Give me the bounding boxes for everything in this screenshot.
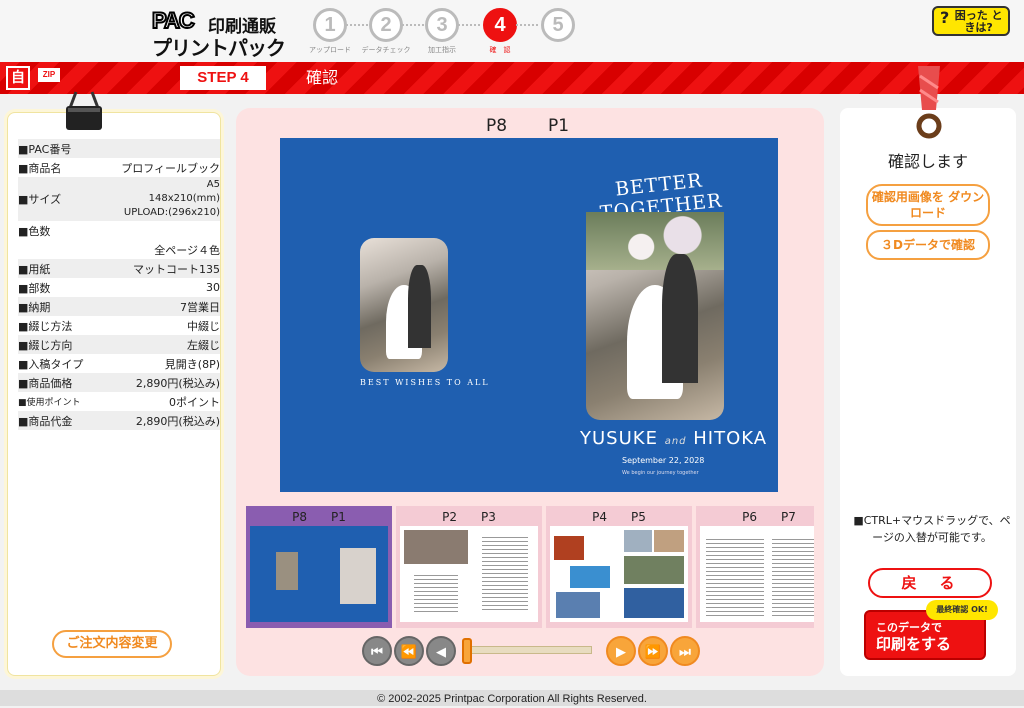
table-row: ■サイズ A5 148x210(mm) UPLOAD:(296x210) bbox=[18, 177, 220, 221]
thumbnail-p4-p5[interactable]: P4 P5 bbox=[546, 506, 692, 628]
table-row: ■綴じ方向 左綴じ bbox=[18, 335, 220, 354]
step-3: 3 加工指示 bbox=[412, 8, 472, 55]
table-row: ■部数 30 bbox=[18, 281, 220, 295]
logo-pac: PAC bbox=[151, 7, 196, 34]
preview-area: P8 P1 BEST WISHES TO ALL BETTER TOGETHER… bbox=[236, 108, 824, 676]
table-row: ■商品代金 2,890円(税込み) bbox=[18, 411, 220, 430]
table-row: ■綴じ方法 中綴じ bbox=[18, 319, 220, 333]
page-thumbnails: P8 P1 P2 P3 P4 P5 P6 P7 bbox=[246, 506, 814, 628]
page-slider-handle[interactable] bbox=[462, 638, 472, 664]
self-icon[interactable]: 自 bbox=[6, 66, 30, 90]
step-5: 5 bbox=[528, 8, 588, 45]
confirm-title: 確認します bbox=[887, 152, 968, 171]
view-3d-button[interactable]: ３Dデータで確認 bbox=[866, 230, 990, 260]
rewind-button[interactable]: ⏪ bbox=[394, 636, 424, 666]
printpac-logo[interactable]: PAC 印刷通販 プリントパック bbox=[151, 7, 292, 60]
binder-clip-icon bbox=[66, 91, 102, 130]
step-2: 2 データチェック bbox=[356, 8, 416, 55]
table-row: ■色数 bbox=[18, 224, 51, 238]
order-info-table: ■PAC番号 ■商品名 プロフィールブック ■サイズ A5 148x210(mm) UP… bbox=[18, 139, 220, 430]
change-order-button[interactable]: ご注文内容変更 bbox=[52, 630, 172, 658]
left-page-label: P8 bbox=[486, 116, 508, 136]
next-page-button[interactable]: ▶ bbox=[606, 636, 636, 666]
best-wishes-text: BEST WISHES TO ALL bbox=[360, 378, 490, 387]
table-row: ■用紙 マットコート135 bbox=[18, 259, 220, 278]
table-row: ■商品価格 2,890円(税込み) bbox=[18, 373, 220, 392]
thumbnail-p8-p1[interactable]: P8 P1 bbox=[246, 506, 392, 628]
step-4-current: 4確 認 bbox=[470, 8, 530, 55]
thumbnail-p2-p3[interactable]: P2 P3 bbox=[396, 506, 542, 628]
step-bar bbox=[0, 62, 1024, 94]
step-indicator: 1 アップロード 2 データチェック 3 加工指示 4確 認 5 bbox=[300, 8, 590, 60]
header: PAC 印刷通販 プリントパック 1 アップロード 2 データチェック 3 加工指示 … bbox=[0, 0, 1024, 62]
step-1: 1 アップロード bbox=[300, 8, 360, 55]
prev-page-button[interactable]: ◀ bbox=[426, 636, 456, 666]
back-button[interactable]: 戻 る bbox=[868, 568, 992, 598]
photo-right bbox=[586, 212, 724, 420]
table-row: ■商品名 プロフィールブック bbox=[18, 161, 220, 175]
thumbnail-p6-p7[interactable]: P6 P7 bbox=[696, 506, 814, 628]
question-icon: ? bbox=[940, 8, 950, 27]
zip-icon[interactable]: ZIP bbox=[38, 68, 60, 82]
page-slider[interactable] bbox=[464, 646, 592, 654]
logo-line2: プリントパック bbox=[152, 36, 286, 60]
download-preview-button[interactable]: 確認用画像を ダウンロード bbox=[866, 184, 990, 226]
page-navigation: ⏮ ⏪ ◀ ▶ ⏩ ⏭ bbox=[362, 636, 702, 670]
confirm-panel: 確認します 確認用画像を ダウンロード ３Dデータで確認 ■CTRL+マウスドラ… bbox=[840, 108, 1016, 676]
table-row: ■納期 7営業日 bbox=[18, 297, 220, 316]
tag-hook-icon bbox=[916, 66, 942, 139]
photo-left bbox=[360, 238, 448, 372]
tagline: We begin our journey together bbox=[622, 470, 699, 476]
first-page-button[interactable]: ⏮ bbox=[362, 636, 392, 666]
fast-forward-button[interactable]: ⏩ bbox=[638, 636, 668, 666]
table-row: ■PAC番号 bbox=[18, 139, 220, 158]
final-ok-badge: 最終確認 OK! bbox=[926, 600, 998, 620]
help-button[interactable]: ? 困った ときは? bbox=[932, 6, 1010, 36]
step-label: STEP 4 bbox=[180, 66, 266, 90]
table-row: ■入稿タイプ 見開き(8P) bbox=[18, 357, 220, 371]
order-info-panel: ■PAC番号 ■商品名 プロフィールブック ■サイズ A5 148x210(mm) UP… bbox=[7, 112, 221, 676]
footer-copyright: © 2002-2025 Printpac Corporation All Rig… bbox=[0, 690, 1024, 706]
last-page-button[interactable]: ⏭ bbox=[670, 636, 700, 666]
step-title: 確認 bbox=[306, 68, 339, 87]
page-spread-preview[interactable]: BEST WISHES TO ALL BETTER TOGETHER YUSUK… bbox=[280, 138, 778, 492]
right-page-label: P1 bbox=[548, 116, 570, 136]
drag-hint: ■CTRL+マウスドラッグで、ページの入替が可能です。 bbox=[853, 514, 1011, 544]
wedding-date: September 22, 2028 bbox=[622, 456, 705, 465]
couple-names: YUSUKE and HITOKA bbox=[580, 428, 768, 449]
table-row: 全ページ４色 bbox=[154, 243, 220, 257]
table-row: ■使用ポイント 0ポイント bbox=[18, 395, 220, 409]
